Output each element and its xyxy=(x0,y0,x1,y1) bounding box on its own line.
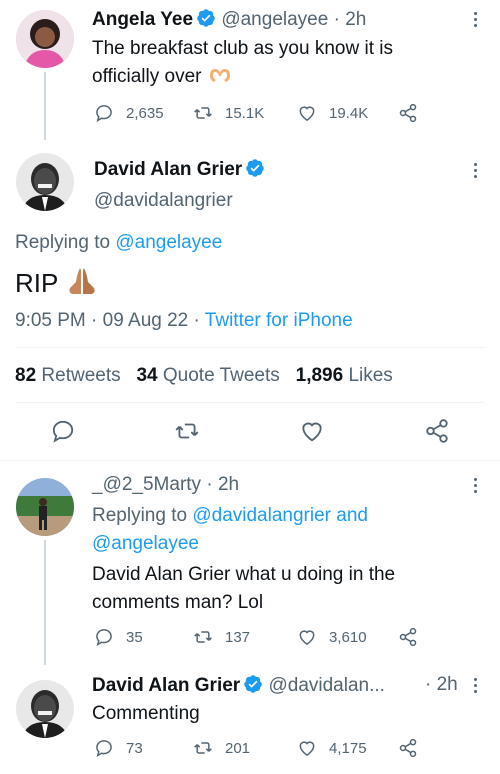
replying-to-link[interactable]: @angelayee xyxy=(92,530,368,558)
reply-button[interactable]: 2,635 xyxy=(94,103,164,123)
heart-hands-emoji-icon xyxy=(207,66,233,95)
thread-line xyxy=(44,540,46,665)
main-tweet-text: RIP xyxy=(15,266,99,303)
reply-count: 35 xyxy=(126,628,143,646)
tweet-text: Commenting xyxy=(92,703,200,724)
reply-icon xyxy=(96,629,112,647)
share-icon xyxy=(399,103,417,123)
thread-line xyxy=(44,72,46,140)
tweet-meta: 9:05 PM · 09 Aug 22 · Twitter for iPhone xyxy=(15,310,353,331)
like-button[interactable]: 19.4K xyxy=(297,103,368,123)
reply-count: 73 xyxy=(126,739,143,757)
like-button[interactable] xyxy=(299,418,325,449)
tweet-time[interactable]: · 2h xyxy=(334,9,367,30)
tweet-text: David Alan Grier what u doing in the com… xyxy=(92,564,396,613)
more-options-icon[interactable] xyxy=(473,12,479,30)
reply-icon xyxy=(52,420,74,443)
retweet-count: 201 xyxy=(225,739,251,757)
reply-button[interactable] xyxy=(50,418,76,449)
retweet-button[interactable]: 201 xyxy=(193,738,250,758)
reply-button[interactable]: 35 xyxy=(94,627,143,647)
heart-icon xyxy=(302,422,322,442)
reply-icon xyxy=(96,105,112,123)
retweet-button[interactable]: 15.1K xyxy=(193,103,264,123)
retweet-icon xyxy=(194,631,212,643)
avatar-marty[interactable] xyxy=(16,478,74,536)
retweets-stat[interactable]: 82 Retweets xyxy=(15,365,121,386)
author-name[interactable]: David Alan Grier xyxy=(92,675,240,696)
replying-to: Replying to @angelayee xyxy=(15,232,223,253)
like-count: 19.4K xyxy=(329,104,369,122)
replying-to-link[interactable]: @angelayee xyxy=(115,232,222,253)
replying-to-link[interactable]: @davidalangrier and xyxy=(192,505,368,526)
retweet-button[interactable]: 137 xyxy=(193,627,250,647)
tweet-source[interactable]: Twitter for iPhone xyxy=(205,310,353,331)
retweet-count: 15.1K xyxy=(225,104,265,122)
tweet-date[interactable]: 09 Aug 22 xyxy=(103,310,189,331)
tweet-text: The breakfast club as you know it is off… xyxy=(92,35,452,95)
share-button[interactable] xyxy=(424,418,450,449)
author-name[interactable]: David Alan Grier xyxy=(94,159,242,180)
verified-badge-icon xyxy=(245,158,265,178)
author-name[interactable]: Angela Yee xyxy=(92,9,193,30)
share-button[interactable] xyxy=(398,103,430,123)
share-button[interactable] xyxy=(398,738,430,758)
author-handle[interactable]: @davidalan... xyxy=(268,675,384,696)
more-options-icon[interactable] xyxy=(473,163,479,181)
avatar-image xyxy=(16,478,74,536)
avatar-image xyxy=(16,10,74,68)
tweet-time[interactable]: 9:05 PM xyxy=(15,310,86,331)
reply-button[interactable]: 73 xyxy=(94,738,143,758)
share-icon xyxy=(426,419,448,443)
like-count: 3,610 xyxy=(329,628,367,646)
retweet-icon xyxy=(194,742,212,754)
divider xyxy=(15,402,485,403)
tweet-time[interactable]: · 2h xyxy=(206,474,239,495)
verified-badge-icon xyxy=(196,8,216,28)
divider xyxy=(0,460,500,461)
like-button[interactable]: 4,175 xyxy=(297,738,367,758)
like-count: 4,175 xyxy=(329,739,367,757)
avatar-image xyxy=(16,153,74,211)
avatar-david-alan-grier[interactable] xyxy=(16,680,74,738)
tweet-stats: 82 Retweets 34 Quote Tweets 1,896 Likes xyxy=(15,365,393,387)
replying-to: Replying to @davidalangrier and @angelay… xyxy=(92,502,368,558)
share-icon xyxy=(399,627,417,647)
like-button[interactable]: 3,610 xyxy=(297,627,367,647)
retweet-button[interactable] xyxy=(174,418,200,449)
heart-icon xyxy=(299,106,315,121)
retweet-icon xyxy=(194,107,212,119)
divider xyxy=(15,347,485,348)
tweet-time[interactable]: · 2h xyxy=(425,674,458,696)
share-icon xyxy=(399,738,417,758)
reply-count: 2,635 xyxy=(126,104,164,122)
author-handle[interactable]: @davidalangrier xyxy=(94,190,233,212)
author-handle[interactable]: @angelayee xyxy=(221,9,328,30)
quote-tweets-stat[interactable]: 34 Quote Tweets xyxy=(136,365,279,386)
avatar-david-alan-grier[interactable] xyxy=(16,153,74,211)
likes-stat[interactable]: 1,896 Likes xyxy=(296,365,393,386)
retweet-count: 137 xyxy=(225,628,251,646)
retweet-icon xyxy=(175,423,199,439)
author-handle[interactable]: _@2_5Marty xyxy=(92,474,201,495)
more-options-icon[interactable] xyxy=(473,678,479,696)
reply-icon xyxy=(96,740,112,758)
more-options-icon[interactable] xyxy=(473,478,479,496)
verified-badge-icon xyxy=(243,674,263,694)
avatar-angela-yee[interactable] xyxy=(16,10,74,68)
avatar-image xyxy=(16,680,74,738)
share-button[interactable] xyxy=(398,627,430,647)
heart-icon xyxy=(299,741,315,756)
heart-icon xyxy=(299,630,315,645)
folded-hands-emoji-icon xyxy=(65,266,99,303)
